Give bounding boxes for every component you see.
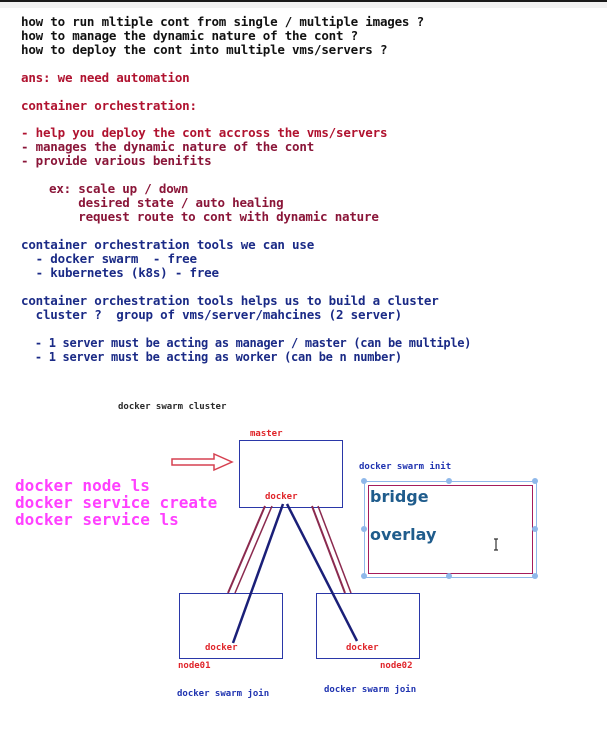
resize-handle-top-left[interactable] <box>361 478 367 484</box>
command-node-ls: docker node ls <box>15 476 150 495</box>
swarm-init-label: docker swarm init <box>359 462 452 472</box>
right-hollow-arrow-icon <box>171 452 234 472</box>
docker-link-node02 <box>285 503 359 642</box>
connection-lines <box>171 452 359 644</box>
resize-handle-bottom-right[interactable] <box>532 573 538 579</box>
resize-handle-top-right[interactable] <box>532 478 538 484</box>
resize-handle-left[interactable] <box>361 526 367 532</box>
node02-docker-label: docker <box>346 643 379 653</box>
master-node01-link-outer <box>227 505 266 594</box>
node01-label: node01 <box>178 661 211 671</box>
master-node02-link-outer <box>311 505 346 594</box>
resize-handle-bottom[interactable] <box>446 573 452 579</box>
resize-handle-top[interactable] <box>446 478 452 484</box>
join-label-left: docker swarm join <box>177 689 270 699</box>
resize-handle-right[interactable] <box>532 526 538 532</box>
command-service-create: docker service create <box>15 493 218 512</box>
command-service-ls: docker service ls <box>15 510 179 529</box>
node02-label: node02 <box>380 661 413 671</box>
join-label-right: docker swarm join <box>324 685 417 695</box>
master-docker-label: docker <box>265 492 298 502</box>
master-node02-link-inner <box>317 505 352 594</box>
network-overlay-text[interactable]: overlay <box>370 525 436 544</box>
network-bridge-text[interactable]: bridge <box>370 487 429 506</box>
resize-handle-bottom-left[interactable] <box>361 573 367 579</box>
node01-docker-label: docker <box>205 643 238 653</box>
